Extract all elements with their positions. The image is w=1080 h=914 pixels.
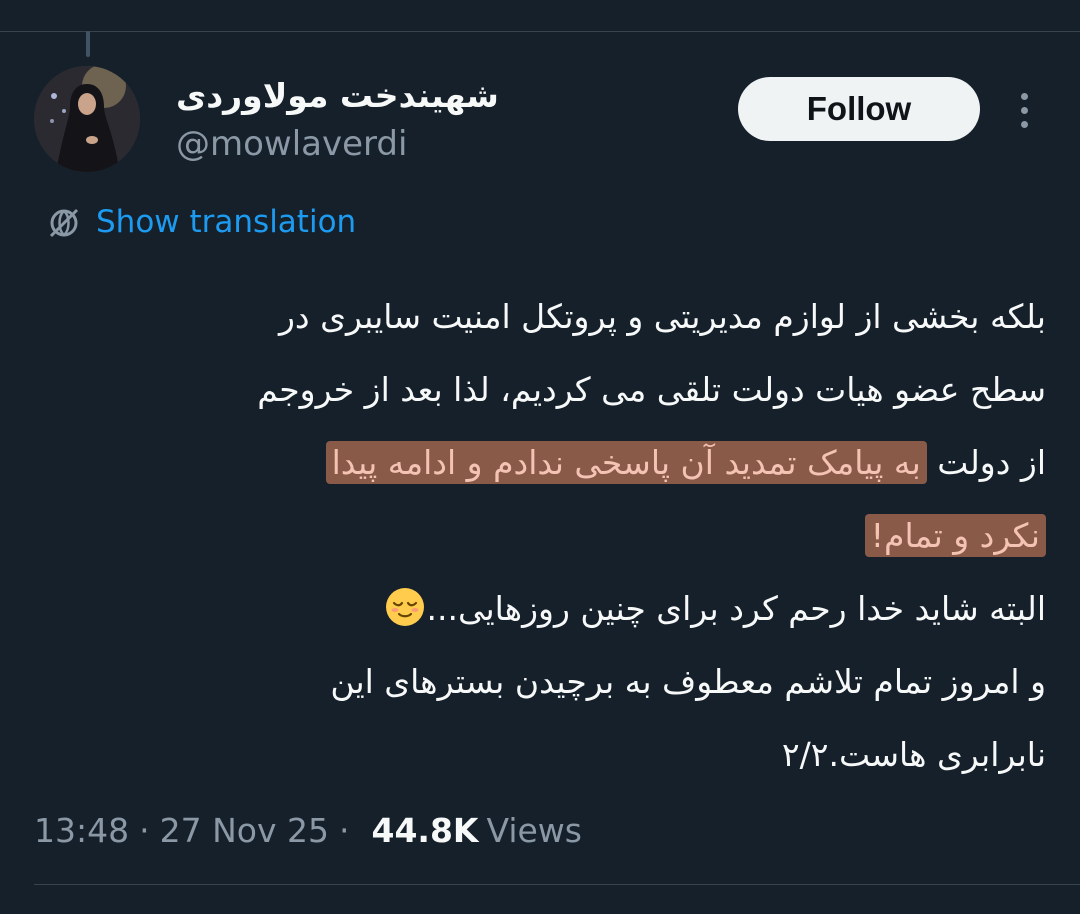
- highlighted-text: نکرد و تمام!: [864, 514, 1046, 557]
- bottom-divider: [34, 884, 1080, 885]
- meta-separator: ·: [139, 810, 150, 850]
- avatar-image: [34, 66, 140, 172]
- more-options-button[interactable]: [1004, 88, 1044, 132]
- highlighted-text: به پیامک تمدید آن پاسخی ندادم و ادامه پی…: [325, 441, 927, 484]
- author-handle[interactable]: @mowlaverdi: [176, 122, 407, 166]
- tweet-line-plain: از دولت: [926, 443, 1046, 482]
- tweet-line: البته شاید خدا رحم کرد برای چنین روزهایی…: [32, 572, 1046, 645]
- tweet-line: و امروز تمام تلاشم معطوف به برچیدن بستره…: [330, 662, 1046, 701]
- tweet-line: نکرد و تمام!: [32, 499, 1046, 572]
- tweet-line: سطح عضو هیات دولت تلقی می کردیم، لذا بعد…: [257, 370, 1046, 409]
- more-vertical-icon-dot: [1020, 106, 1028, 114]
- translate-globe-icon: [49, 208, 79, 238]
- tweet-line: بلکه بخشی از لوازم مدیریتی و پروتکل امنی…: [279, 297, 1046, 336]
- follow-button[interactable]: Follow: [738, 77, 980, 141]
- top-divider: [0, 31, 1080, 32]
- tweet-meta: 13:48 · 27 Nov 25 · 44.8K Views: [34, 806, 582, 854]
- show-translation-label: Show translation: [96, 204, 357, 240]
- meta-separator: ·: [338, 810, 350, 850]
- views-count[interactable]: 44.8K: [371, 811, 478, 850]
- views-label: Views: [486, 810, 582, 850]
- more-vertical-icon-dot: [1020, 120, 1028, 128]
- more-vertical-icon: [1020, 92, 1028, 100]
- tweet-line-text: البته شاید خدا رحم کرد برای چنین روزهایی…: [426, 589, 1046, 628]
- tweet-date[interactable]: 27 Nov 25: [160, 811, 329, 850]
- tweet-time[interactable]: 13:48: [34, 811, 129, 850]
- tweet-line: نابرابری هاست.۲/۲: [781, 735, 1046, 774]
- thread-connector-line: [86, 31, 90, 57]
- show-translation-link[interactable]: Show translation: [44, 196, 356, 248]
- relieved-face-icon: [384, 586, 426, 628]
- tweet-text: بلکه بخشی از لوازم مدیریتی و پروتکل امنی…: [32, 280, 1046, 791]
- tweet-line: از دولت به پیامک تمدید آن پاسخی ندادم و …: [32, 426, 1046, 499]
- author-display-name[interactable]: شهیندخت مولاوردی: [176, 74, 499, 118]
- avatar[interactable]: [34, 66, 140, 172]
